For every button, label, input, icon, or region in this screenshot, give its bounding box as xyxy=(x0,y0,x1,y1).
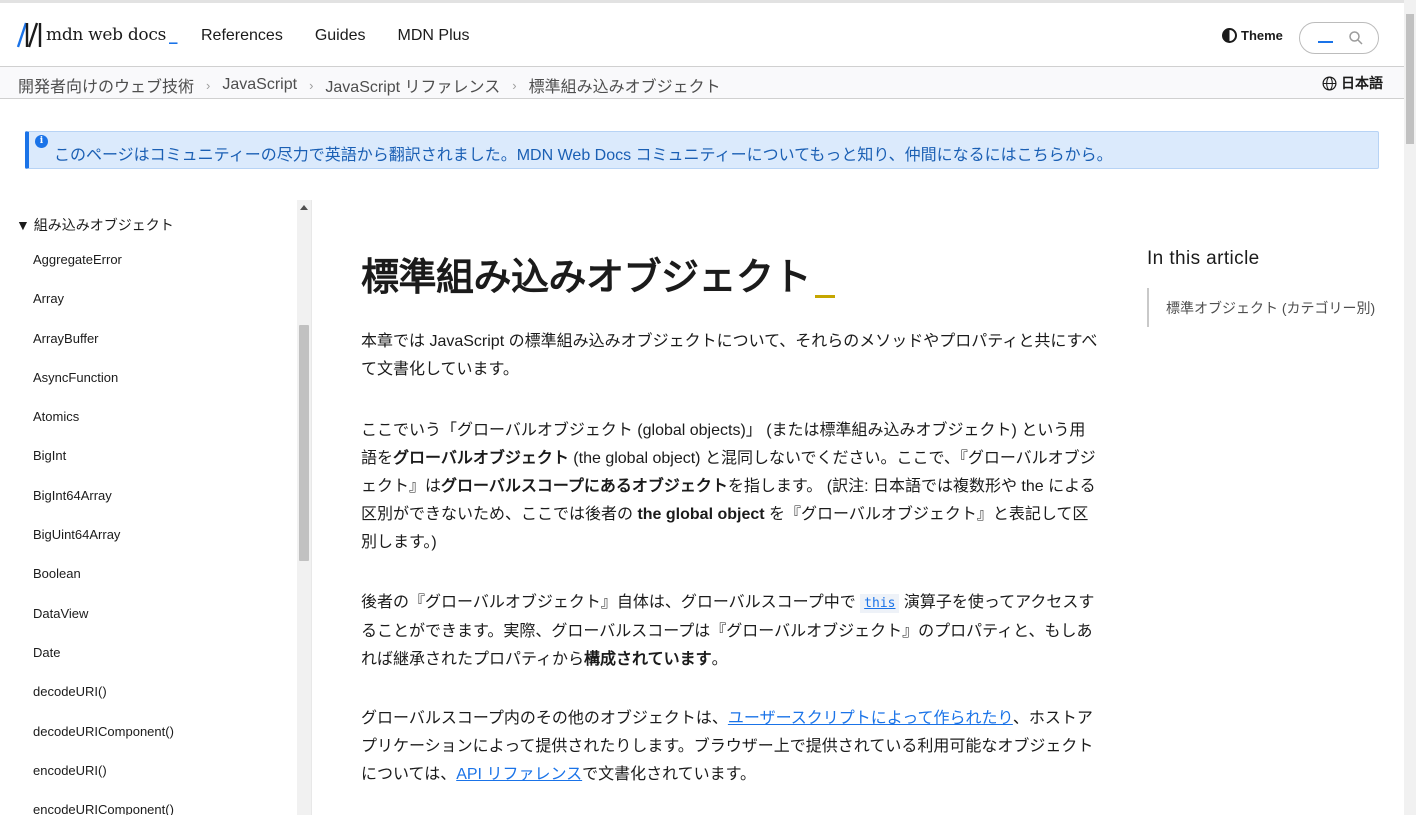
user-scripts-link[interactable]: ユーザースクリプトによって作られたり xyxy=(728,710,1013,727)
mdn-logo[interactable]: mdn web docs _ xyxy=(16,22,178,48)
translation-notice-link[interactable]: このページはコミュニティーの尽力で英語から翻訳されました。MDN Web Doc… xyxy=(54,141,1113,165)
sidebar-list: AggregateError Array ArrayBuffer AsyncFu… xyxy=(33,252,174,815)
sidebar-item[interactable]: BigInt64Array xyxy=(33,488,174,527)
breadcrumb: 開発者向けのウェブ技術 › JavaScript › JavaScript リフ… xyxy=(18,73,721,97)
breadcrumb-item-javascript[interactable]: JavaScript xyxy=(222,76,297,94)
page-title-text: 標準組み込みオブジェクト xyxy=(361,255,812,299)
page-scrollbar[interactable] xyxy=(1404,0,1416,815)
nav-mdn-plus[interactable]: MDN Plus xyxy=(398,27,470,45)
breadcrumb-separator: › xyxy=(512,77,517,93)
sidebar-item[interactable]: Boolean xyxy=(33,566,174,605)
bold-text: 構成されています xyxy=(584,651,712,668)
breadcrumb-separator: › xyxy=(206,77,211,93)
sidebar-scrollbar[interactable] xyxy=(297,200,311,815)
page-scrollbar-thumb[interactable] xyxy=(1406,14,1414,144)
breadcrumb-item-web-tech[interactable]: 開発者向けのウェブ技術 xyxy=(18,73,194,97)
sidebar-item[interactable]: Atomics xyxy=(33,409,174,448)
sidebar: ▼ 組み込みオブジェクト AggregateError Array ArrayB… xyxy=(0,200,312,815)
title-cursor xyxy=(815,295,836,298)
language-label: 日本語 xyxy=(1341,75,1383,91)
table-of-contents: In this article 標準オブジェクト (カテゴリー別) xyxy=(1147,248,1377,327)
mdn-logo-icon xyxy=(16,22,42,48)
bold-text: グローバルオブジェクト xyxy=(393,450,569,467)
sidebar-item[interactable]: Array xyxy=(33,291,174,330)
paragraph-other-objects: グローバルスコープ内のその他のオブジェクトは、ユーザースクリプトによって作られた… xyxy=(361,705,1101,789)
bold-text: the global object xyxy=(637,506,765,523)
text: 。 xyxy=(711,651,728,668)
sidebar-item[interactable]: decodeURI() xyxy=(33,684,174,723)
sidebar-item[interactable]: encodeURIComponent() xyxy=(33,802,174,815)
sidebar-item[interactable]: BigUint64Array xyxy=(33,527,174,566)
api-reference-link[interactable]: API リファレンス xyxy=(456,766,582,783)
bold-text: グローバルスコープにあるオブジェクト xyxy=(441,478,728,495)
toc-item-standard-objects[interactable]: 標準オブジェクト (カテゴリー別) xyxy=(1147,288,1377,327)
this-operator-link[interactable]: this xyxy=(860,594,900,613)
paragraph-intro: 本章では JavaScript の標準組み込みオブジェクトについて、それらのメソ… xyxy=(361,333,1098,378)
sidebar-item[interactable]: AggregateError xyxy=(33,252,174,291)
sidebar-item[interactable]: DataView xyxy=(33,606,174,645)
breadcrumb-separator: › xyxy=(309,77,314,93)
page-title: 標準組み込みオブジェクト xyxy=(361,246,1101,301)
nav-guides[interactable]: Guides xyxy=(315,27,366,45)
nav-references[interactable]: References xyxy=(201,27,283,45)
info-icon: i xyxy=(35,135,48,148)
sidebar-item[interactable]: encodeURI() xyxy=(33,763,174,802)
theme-switcher-button[interactable]: Theme xyxy=(1222,28,1283,43)
breadcrumb-bar: 開発者向けのウェブ技術 › JavaScript › JavaScript リフ… xyxy=(0,67,1404,99)
logo-underscore: _ xyxy=(169,25,178,45)
sidebar-scrollbar-thumb[interactable] xyxy=(299,325,309,561)
logo-text: mdn web docs xyxy=(46,25,167,45)
text: で文書化されています。 xyxy=(582,766,757,783)
toc-title: In this article xyxy=(1147,248,1260,269)
search-input[interactable] xyxy=(1299,22,1379,54)
text: 後者の『グローバルオブジェクト』自体は、グローバルスコープ中で xyxy=(361,594,861,611)
scroll-up-arrow-icon[interactable] xyxy=(300,205,308,210)
paragraph-this-operator: 後者の『グローバルオブジェクト』自体は、グローバルスコープ中で this 演算子… xyxy=(361,589,1101,674)
globe-icon xyxy=(1322,76,1337,90)
main-nav: References Guides MDN Plus xyxy=(201,27,470,45)
article-content: 標準組み込みオブジェクト 本章では JavaScript の標準組み込みオブジェ… xyxy=(361,246,1101,783)
sidebar-item[interactable]: decodeURIComponent() xyxy=(33,724,174,763)
search-icon[interactable] xyxy=(1349,31,1363,45)
sidebar-item[interactable]: BigInt xyxy=(33,448,174,487)
paragraph-global-objects: ここでいう「グローバルオブジェクト (global objects)」 (または… xyxy=(361,417,1101,557)
sidebar-item[interactable]: Date xyxy=(33,645,174,684)
text: グローバルスコープ内のその他のオブジェクトは、 xyxy=(361,710,728,727)
translation-notice: i このページはコミュニティーの尽力で英語から翻訳されました。MDN Web D… xyxy=(25,131,1379,169)
sidebar-item[interactable]: AsyncFunction xyxy=(33,370,174,409)
theme-icon xyxy=(1222,28,1237,43)
language-switcher-button[interactable]: 日本語 xyxy=(1322,73,1383,93)
breadcrumb-item-js-reference[interactable]: JavaScript リファレンス xyxy=(325,73,500,97)
theme-label: Theme xyxy=(1241,28,1283,43)
search-cursor xyxy=(1318,41,1333,43)
sidebar-section-builtin-objects[interactable]: ▼ 組み込みオブジェクト xyxy=(16,215,174,235)
top-navigation-bar: mdn web docs _ References Guides MDN Plu… xyxy=(0,0,1404,67)
breadcrumb-item-builtin-objects[interactable]: 標準組み込みオブジェクト xyxy=(529,73,721,97)
sidebar-item[interactable]: ArrayBuffer xyxy=(33,331,174,370)
